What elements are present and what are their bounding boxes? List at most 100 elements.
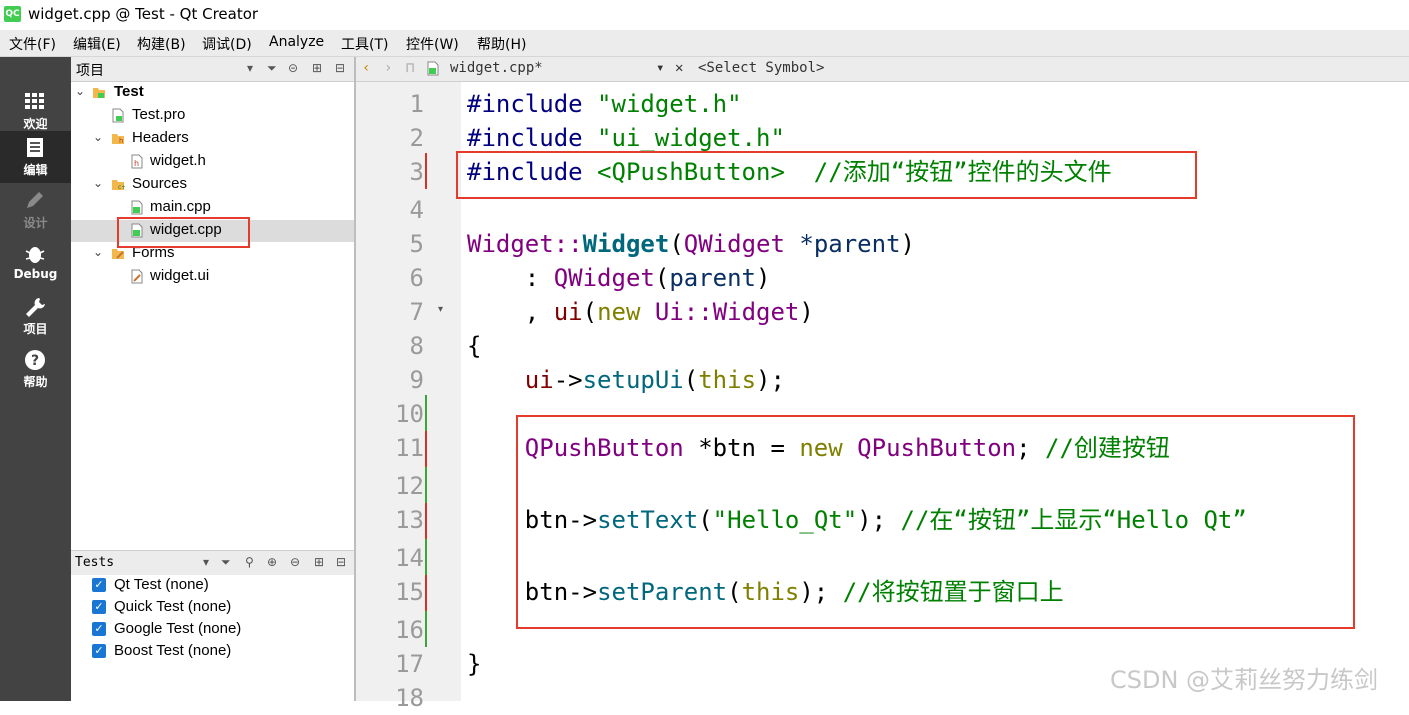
tree-item-test-pro[interactable]: Test.pro	[71, 105, 354, 127]
tree-item-test[interactable]: ⌄ Test	[71, 82, 354, 104]
menu-file[interactable]: 文件(F)	[9, 34, 56, 54]
added-line-marker	[425, 539, 427, 575]
menu-controls[interactable]: 控件(W)	[406, 34, 459, 54]
code-line-5: Widget::Widget(QWidget *parent)	[467, 227, 915, 261]
mode-welcome[interactable]: 欢迎	[0, 85, 71, 137]
checkbox-checked-icon[interactable]: ✓	[92, 622, 106, 636]
menu-edit[interactable]: 编辑(E)	[73, 34, 121, 54]
code-line-8: {	[467, 332, 482, 360]
symbol-selector[interactable]: <Select Symbol>	[698, 60, 824, 76]
code-line-1: #include "widget.h"	[467, 87, 742, 121]
collapse-icon[interactable]: ⊖	[290, 555, 300, 569]
line-number: 6	[409, 264, 424, 292]
code-line-6: : QWidget(parent)	[467, 261, 771, 295]
tree-item-widget-ui[interactable]: widget.ui	[71, 266, 354, 288]
close-panel-icon[interactable]: ⊟	[336, 555, 346, 569]
chevron-down-icon[interactable]: ⌄	[93, 245, 103, 259]
fold-arrow-icon[interactable]: ▾	[438, 304, 443, 315]
button-code-highlight-box	[516, 415, 1355, 629]
split-icon[interactable]: ⊞	[314, 555, 324, 569]
preprocessor-directive: #include	[467, 90, 583, 118]
mode-design[interactable]: 设计	[0, 184, 71, 236]
mode-help[interactable]: ? 帮助	[0, 343, 71, 395]
lock-icon: ⊓	[406, 60, 415, 76]
modified-line-marker	[425, 503, 427, 539]
tree-item-headers[interactable]: ⌄ h Headers	[71, 128, 354, 150]
code-line-7: , ui(new Ui::Widget)	[467, 295, 814, 329]
menu-build[interactable]: 构建(B)	[137, 34, 186, 54]
tests-list: ✓ Qt Test (none) ✓ Quick Test (none) ✓ G…	[71, 575, 354, 701]
member-name: ui	[524, 366, 554, 394]
forward-arrow-icon[interactable]: ›	[384, 60, 392, 76]
scope-operator: ::	[683, 298, 713, 326]
tree-item-sources[interactable]: ⌄ c+ Sources	[71, 174, 354, 196]
menu-analyze[interactable]: Analyze	[269, 34, 324, 50]
project-tree: ⌄ Test Test.pro ⌄ h Headers h widget.h ⌄…	[71, 82, 354, 549]
pencil-icon	[27, 192, 43, 208]
project-panel-header: 项目 ▾ ⏷ ⊝ ⊞ ⊟	[71, 57, 354, 82]
chevron-down-icon[interactable]: ⌄	[93, 176, 103, 190]
class-name: Widget	[467, 230, 554, 258]
mode-bar: 欢迎 编辑 设计 Debug 项目 ? 帮助	[0, 57, 71, 701]
chevron-down-icon[interactable]: ⌄	[75, 84, 85, 98]
window-title: widget.cpp @ Test - Qt Creator	[28, 5, 259, 23]
line-number: 10	[395, 400, 424, 428]
filter-icon[interactable]: ⏷	[221, 555, 231, 570]
added-line-marker	[425, 395, 427, 431]
folder-icon	[112, 249, 124, 259]
filter-icon[interactable]: ⏷	[267, 61, 277, 76]
preprocessor-directive: #include	[467, 124, 583, 152]
code-line-17: }	[467, 650, 482, 678]
menu-debug[interactable]: 调试(D)	[202, 34, 252, 54]
dropdown-arrow-icon[interactable]: ▾	[247, 61, 253, 75]
paren: (	[669, 230, 684, 258]
svg-text:?: ?	[31, 353, 39, 369]
file-dropdown-icon[interactable]: ▾	[656, 60, 664, 76]
paren: (	[654, 264, 670, 292]
line-number: 12	[395, 472, 424, 500]
added-line-marker	[425, 467, 427, 503]
line-number: 7	[409, 298, 424, 326]
mode-debug[interactable]: Debug	[0, 237, 71, 289]
member-name: ui	[553, 298, 583, 326]
code-line-9: ui->setupUi(this);	[467, 363, 785, 397]
tree-item-main-cpp[interactable]: main.cpp	[71, 197, 354, 219]
namespace: Ui	[654, 298, 684, 326]
checkbox-checked-icon[interactable]: ✓	[92, 578, 106, 592]
paren: );	[756, 366, 785, 394]
expand-icon[interactable]: ⊕	[267, 555, 277, 569]
test-item-label: Qt Test (none)	[114, 576, 209, 593]
base-class: QWidget	[553, 264, 655, 292]
dropdown-arrow-icon[interactable]: ▾	[203, 555, 209, 569]
run-icon[interactable]: ⚲	[245, 555, 254, 569]
mode-projects[interactable]: 项目	[0, 290, 71, 342]
mode-edit[interactable]: 编辑	[0, 131, 71, 183]
tree-item-widget-h[interactable]: h widget.h	[71, 151, 354, 173]
chevron-down-icon[interactable]: ⌄	[93, 130, 103, 144]
line-number: 17	[395, 650, 424, 678]
line-number: 9	[409, 366, 424, 394]
line-number: 16	[395, 616, 424, 644]
include-path: "ui_widget.h"	[597, 124, 785, 152]
menu-tools[interactable]: 工具(T)	[341, 34, 388, 54]
tree-item-label: widget.ui	[150, 267, 210, 284]
tree-item-label: widget.h	[150, 152, 206, 169]
tests-panel-header: Tests ▾ ⏷ ⚲ ⊕ ⊖ ⊞ ⊟	[71, 550, 354, 576]
file-tab[interactable]: widget.cpp*	[450, 60, 543, 76]
checkbox-checked-icon[interactable]: ✓	[92, 600, 106, 614]
include-path: "widget.h"	[597, 90, 742, 118]
close-panel-icon[interactable]: ⊟	[335, 61, 345, 75]
split-icon[interactable]: ⊞	[312, 61, 322, 75]
link-icon[interactable]: ⊝	[288, 61, 298, 75]
folder-icon: c+	[112, 180, 125, 191]
back-arrow-icon[interactable]: ‹	[362, 60, 370, 76]
line-number: 5	[409, 230, 424, 258]
menu-help[interactable]: 帮助(H)	[477, 34, 526, 54]
tree-item-label: Test	[114, 83, 144, 100]
checkbox-checked-icon[interactable]: ✓	[92, 644, 106, 658]
mode-label: 欢迎	[23, 117, 48, 131]
mode-label: 编辑	[23, 163, 48, 177]
close-file-icon[interactable]: ✕	[675, 60, 683, 76]
line-number: 4	[409, 196, 424, 224]
